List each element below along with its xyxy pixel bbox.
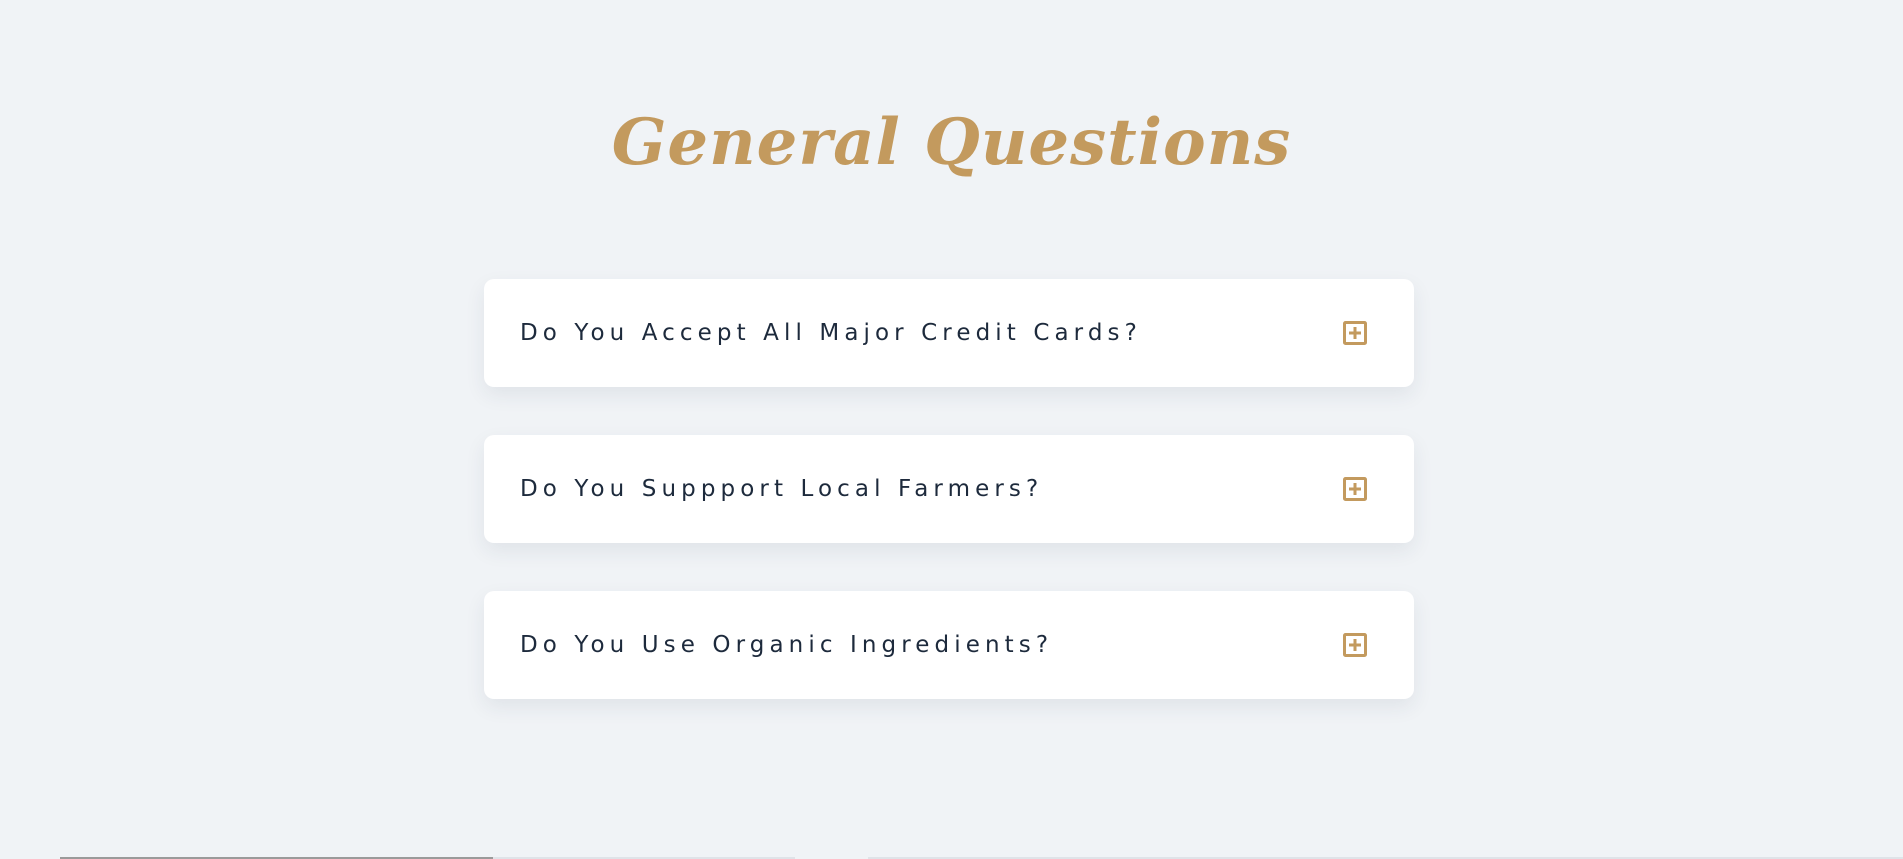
faq-item-local-farmers[interactable]: Do You Suppport Local Farmers? [484,435,1414,543]
faq-section: General Questions Do You Accept All Majo… [0,0,1903,859]
plus-square-icon[interactable] [1343,321,1367,345]
plus-square-icon[interactable] [1343,633,1367,657]
faq-list: Do You Accept All Major Credit Cards? Do… [484,279,1414,747]
section-title: General Questions [611,105,1292,180]
faq-item-organic-ingredients[interactable]: Do You Use Organic Ingredients? [484,591,1414,699]
faq-question: Do You Suppport Local Farmers? [520,476,1044,502]
faq-item-credit-cards[interactable]: Do You Accept All Major Credit Cards? [484,279,1414,387]
plus-square-icon[interactable] [1343,477,1367,501]
faq-question: Do You Use Organic Ingredients? [520,632,1054,658]
faq-question: Do You Accept All Major Credit Cards? [520,320,1142,346]
